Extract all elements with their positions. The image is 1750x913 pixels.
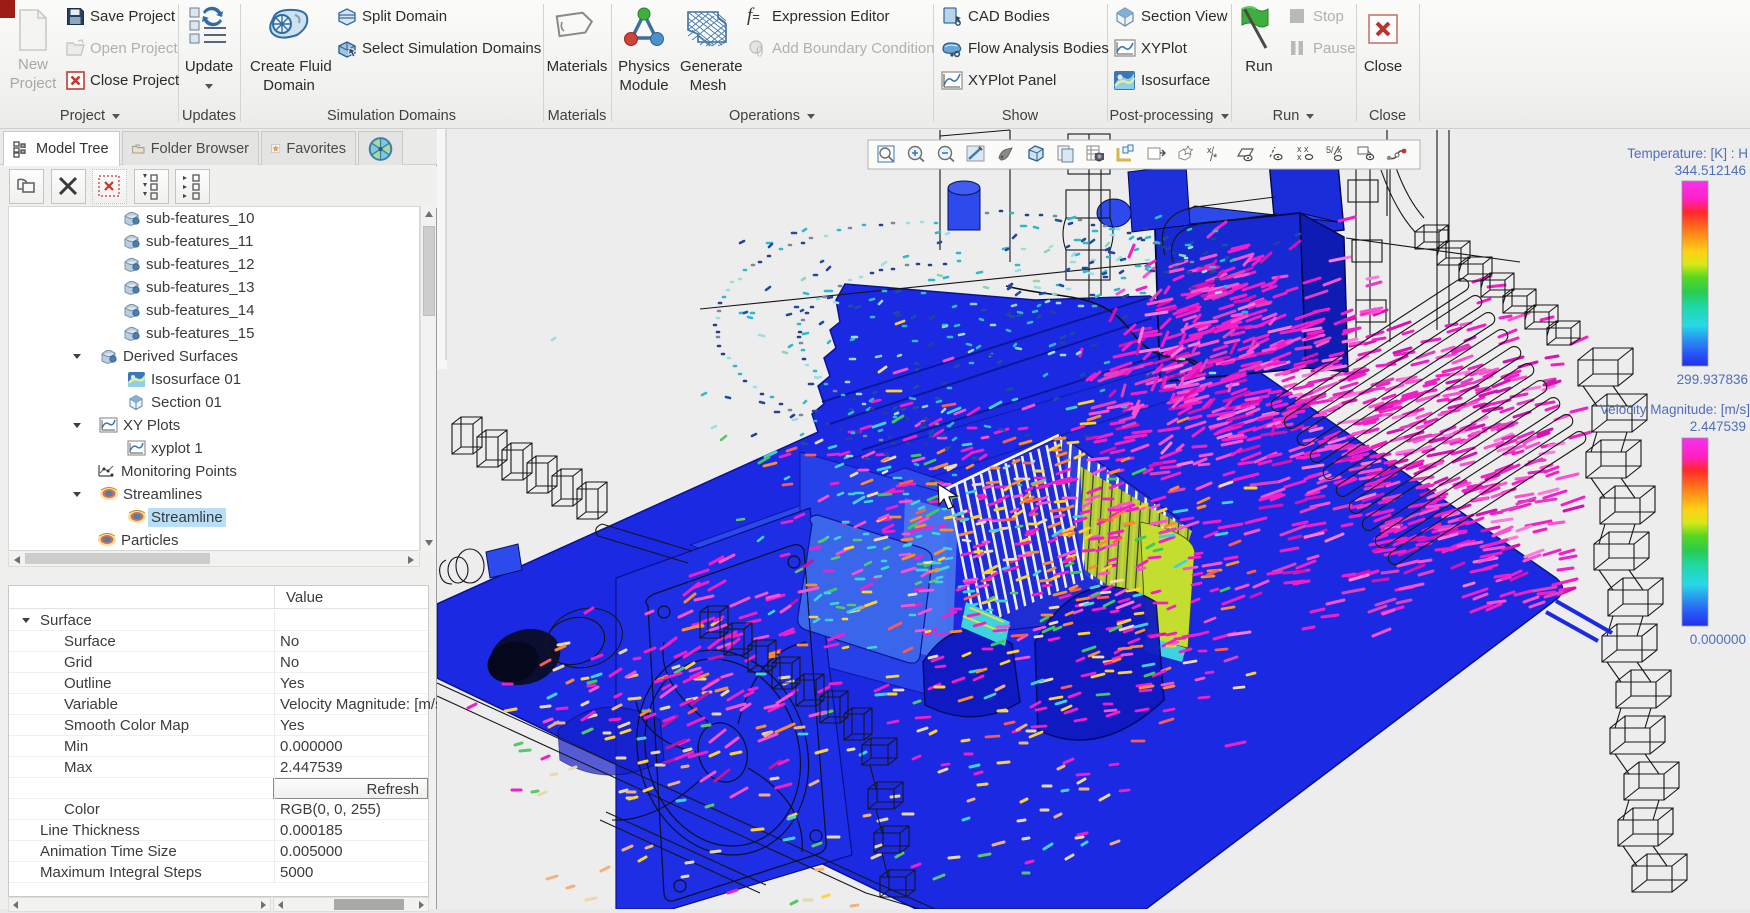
svg-text:Temperature: [K] : H: Temperature: [K] : H <box>1627 146 1748 161</box>
svg-text:x: x <box>1297 152 1302 162</box>
svg-text:/*: /* <box>1210 152 1218 164</box>
svg-text:Velocity Magnitude: [m/s]: Velocity Magnitude: [m/s] <box>1600 402 1750 417</box>
svg-text:344.512146: 344.512146 <box>1675 163 1746 178</box>
svg-text:299.937836: 299.937836 <box>1677 372 1748 387</box>
svg-text:0.000000: 0.000000 <box>1690 632 1746 647</box>
svg-text:5/: 5/ <box>1326 145 1334 155</box>
svg-text:2.447539: 2.447539 <box>1690 419 1746 434</box>
svg-text:(): () <box>756 45 763 57</box>
svg-text:x: x <box>1337 145 1342 155</box>
